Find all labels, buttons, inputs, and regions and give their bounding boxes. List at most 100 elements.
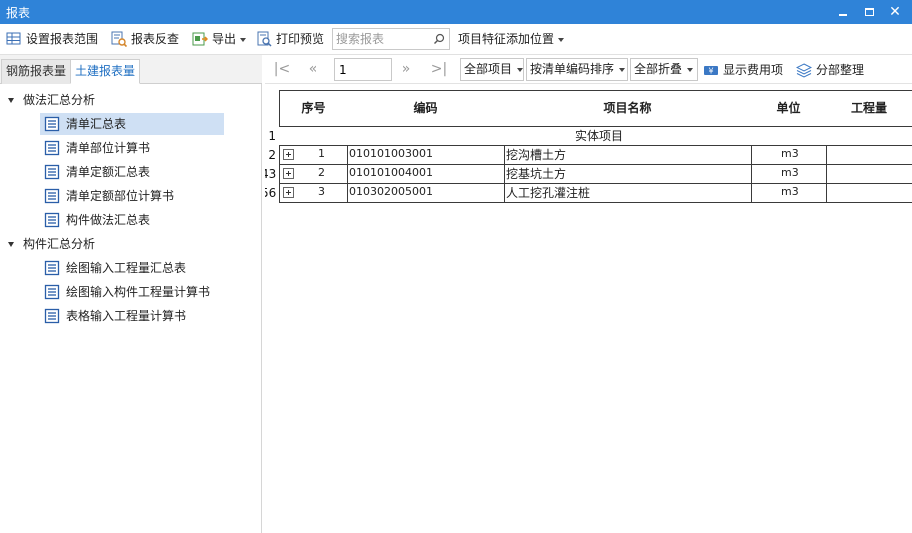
first-page-icon: |< bbox=[273, 61, 291, 77]
tree-group-method-summary[interactable]: 做法汇总分析 bbox=[8, 90, 95, 110]
cell-code[interactable]: 010302005001 bbox=[347, 183, 505, 203]
close-icon: ✕ bbox=[889, 4, 901, 20]
feature-position-label: 项目特征添加位置 bbox=[458, 32, 555, 46]
layers-icon bbox=[796, 63, 812, 78]
report-check-label: 报表反查 bbox=[131, 32, 180, 46]
window-title: 报表 bbox=[6, 6, 31, 20]
sort-value: 按清单编码排序 bbox=[530, 62, 615, 76]
sort-select[interactable]: 按清单编码排序 bbox=[526, 58, 628, 81]
header-unit: 单位 bbox=[751, 90, 827, 127]
report-search-icon bbox=[111, 31, 127, 47]
cell-unit: m3 bbox=[751, 164, 827, 184]
tree-item-label: 清单定额汇总表 bbox=[66, 165, 151, 179]
expand-triangle-icon[interactable] bbox=[8, 98, 14, 103]
tree-item-label: 表格输入工程量计算书 bbox=[66, 309, 187, 323]
report-doc-icon bbox=[44, 284, 60, 300]
set-report-scope-label: 设置报表范围 bbox=[26, 32, 99, 46]
report-doc-icon bbox=[44, 188, 60, 204]
export-icon bbox=[192, 32, 208, 46]
tree-item-label: 构件做法汇总表 bbox=[66, 213, 151, 227]
header-name: 项目名称 bbox=[504, 90, 752, 127]
fold-select[interactable]: 全部折叠 bbox=[630, 58, 698, 81]
report-tree: 做法汇总分析 清单汇总表 清单部位计算书 清单定额汇总表 清单定额部位计算书 构… bbox=[0, 84, 262, 533]
cell-code[interactable]: 010101004001 bbox=[347, 164, 505, 184]
title-bar: 报表 ✕ bbox=[0, 0, 912, 24]
cell-quantity bbox=[826, 164, 912, 184]
main-toolbar: 设置报表范围 报表反查 导出 打印预览 搜索报表 项目特征添加位置 bbox=[0, 24, 912, 55]
tree-item-drawing-quantity-summary[interactable]: 绘图输入工程量汇总表 bbox=[40, 257, 186, 279]
print-preview-icon bbox=[257, 31, 272, 47]
cell-name[interactable]: 挖沟槽土方 bbox=[504, 145, 752, 165]
tree-item-bill-quota-summary[interactable]: 清单定额汇总表 bbox=[40, 161, 150, 183]
cell-unit: m3 bbox=[751, 183, 827, 203]
row-number: 43 bbox=[265, 167, 277, 181]
tree-item-drawing-component-calc[interactable]: 绘图输入构件工程量计算书 bbox=[40, 281, 210, 303]
tree-item-label: 清单部位计算书 bbox=[66, 141, 151, 155]
close-button[interactable]: ✕ bbox=[884, 2, 906, 22]
tree-item-component-method-summary[interactable]: 构件做法汇总表 bbox=[40, 209, 150, 231]
tree-item-table-quantity-calc[interactable]: 表格输入工程量计算书 bbox=[40, 305, 186, 327]
last-page-icon: >| bbox=[430, 61, 448, 77]
project-filter-select[interactable]: 全部项目 bbox=[460, 58, 524, 81]
tree-item-label: 清单汇总表 bbox=[66, 117, 127, 131]
grid-settings-icon bbox=[6, 32, 21, 45]
tree-group-label: 构件汇总分析 bbox=[23, 237, 96, 251]
row-number: 2 bbox=[268, 148, 276, 162]
cell-code[interactable]: 010101003001 bbox=[347, 145, 505, 165]
chevron-down-icon bbox=[687, 67, 694, 72]
report-doc-icon bbox=[44, 164, 60, 180]
maximize-button[interactable] bbox=[858, 2, 880, 22]
page-number-input[interactable] bbox=[339, 59, 391, 80]
tree-group-label: 做法汇总分析 bbox=[23, 93, 96, 107]
tab-civil-report[interactable]: 土建报表量 bbox=[70, 59, 141, 84]
first-page-button[interactable]: |< bbox=[271, 59, 293, 79]
section-row-entity: 实体项目 bbox=[279, 126, 912, 146]
cell-unit: m3 bbox=[751, 145, 827, 165]
tree-group-component-summary[interactable]: 构件汇总分析 bbox=[8, 234, 95, 254]
double-chevron-left-icon: « bbox=[308, 61, 318, 77]
next-page-button[interactable]: » bbox=[395, 59, 417, 79]
report-toolbar: |< « » >| 全部项目 按清单编码排序 全部折叠 ¥ 显示费用项 分部整理 bbox=[265, 55, 912, 84]
row-number: 56 bbox=[265, 186, 277, 200]
export-label: 导出 bbox=[212, 29, 247, 49]
report-doc-icon bbox=[44, 260, 60, 276]
tree-item-bill-summary[interactable]: 清单汇总表 bbox=[40, 113, 224, 135]
chevron-down-icon bbox=[517, 67, 524, 72]
feature-position-dropdown[interactable]: 项目特征添加位置 bbox=[458, 29, 565, 49]
tab-rebar-report[interactable]: 钢筋报表量 bbox=[1, 59, 72, 84]
minimize-button[interactable] bbox=[832, 2, 854, 22]
chevron-down-icon bbox=[240, 37, 247, 42]
cell-quantity bbox=[826, 145, 912, 165]
double-chevron-right-icon: » bbox=[401, 61, 411, 77]
show-fee-items-label: 显示费用项 bbox=[723, 63, 784, 77]
maximize-icon bbox=[864, 8, 874, 16]
minimize-icon bbox=[839, 14, 847, 16]
report-grid: 序号 编码 项目名称 单位 工程量 1 实体项目 2 1 01010100300… bbox=[265, 86, 912, 533]
report-doc-icon bbox=[44, 116, 60, 132]
report-doc-icon bbox=[44, 140, 60, 156]
tree-item-label: 清单定额部位计算书 bbox=[66, 189, 175, 203]
expand-triangle-icon[interactable] bbox=[8, 242, 14, 247]
prev-page-button[interactable]: « bbox=[302, 59, 324, 79]
report-search-box[interactable] bbox=[332, 28, 450, 50]
last-page-button[interactable]: >| bbox=[428, 59, 450, 79]
reorganize-label: 分部整理 bbox=[816, 63, 865, 77]
print-preview-label: 打印预览 bbox=[276, 32, 325, 46]
report-search-input[interactable] bbox=[336, 29, 432, 49]
chevron-down-icon bbox=[558, 37, 565, 42]
page-number-box[interactable] bbox=[334, 58, 392, 81]
project-filter-value: 全部项目 bbox=[464, 62, 513, 76]
tree-item-bill-quota-location-calc[interactable]: 清单定额部位计算书 bbox=[40, 185, 174, 207]
header-quantity: 工程量 bbox=[826, 90, 912, 127]
search-icon[interactable] bbox=[433, 33, 445, 45]
report-type-tabs: 钢筋报表量 土建报表量 bbox=[0, 55, 262, 84]
cell-seq: 2 bbox=[279, 164, 348, 184]
report-doc-icon bbox=[44, 308, 60, 324]
fold-value: 全部折叠 bbox=[634, 62, 683, 76]
tree-item-label: 绘图输入工程量汇总表 bbox=[66, 261, 187, 275]
cell-seq: 3 bbox=[279, 183, 348, 203]
cell-name[interactable]: 人工挖孔灌注桩 bbox=[504, 183, 752, 203]
tree-item-bill-location-calc[interactable]: 清单部位计算书 bbox=[40, 137, 150, 159]
cell-seq: 1 bbox=[279, 145, 348, 165]
cell-name[interactable]: 挖基坑土方 bbox=[504, 164, 752, 184]
